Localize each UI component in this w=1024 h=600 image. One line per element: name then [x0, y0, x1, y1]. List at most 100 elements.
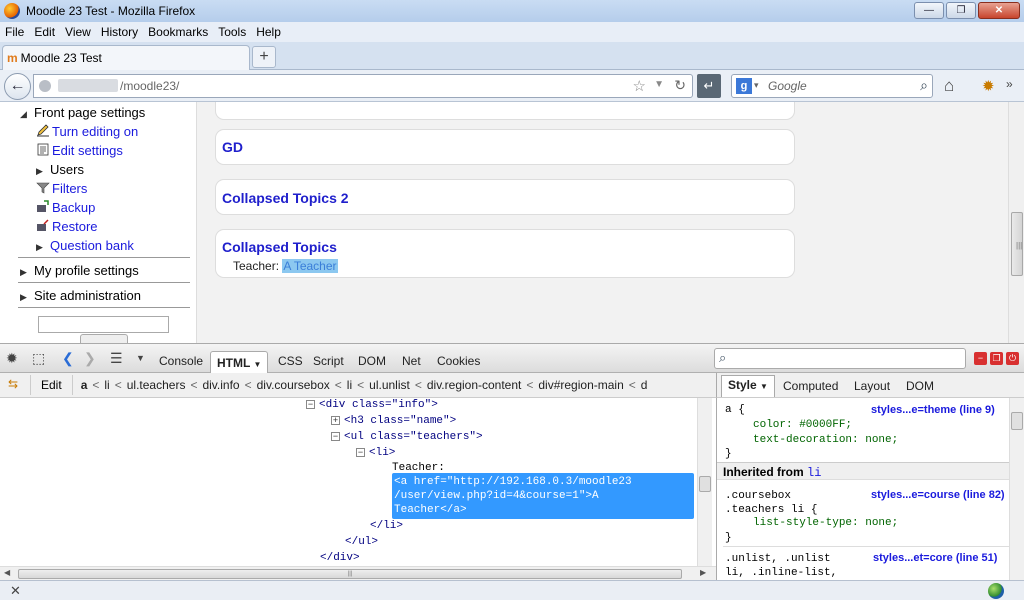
new-tab-button[interactable]: +: [252, 46, 276, 68]
sidebar-item-question-bank[interactable]: ▶ Question bank: [36, 238, 134, 253]
tab-script[interactable]: Script: [307, 350, 350, 372]
expand-toggle-icon[interactable]: +: [331, 416, 340, 425]
tab-layout[interactable]: Layout: [848, 377, 896, 395]
sidebar-item-filters[interactable]: Filters: [36, 181, 87, 196]
inherited-from-link[interactable]: li: [807, 466, 821, 480]
firebug-close-button[interactable]: ⏻: [1006, 352, 1019, 365]
firebug-menu-icon[interactable]: ✹: [6, 350, 18, 367]
browser-tab[interactable]: m Moodle 23 Test: [2, 45, 250, 70]
crumb[interactable]: div.coursebox: [257, 378, 330, 392]
sidebar-item-turn-editing-on[interactable]: Turn editing on: [36, 124, 138, 139]
download-icon[interactable]: ↵: [697, 74, 721, 98]
html-scrollbar[interactable]: [697, 398, 712, 566]
menu-history[interactable]: History: [96, 25, 143, 39]
tab-html[interactable]: HTML ▼: [210, 351, 269, 373]
list-menu-icon[interactable]: ☰: [110, 350, 123, 367]
search-icon[interactable]: ⌕: [920, 77, 928, 94]
minimize-button[interactable]: —: [914, 2, 944, 19]
site-identity-icon[interactable]: [39, 80, 51, 92]
html-line[interactable]: </li>: [370, 520, 403, 532]
style-scroll-thumb[interactable]: [1011, 412, 1023, 430]
style-scrollbar[interactable]: [1009, 398, 1024, 580]
html-line[interactable]: + <h3 class="name">: [331, 415, 456, 427]
inspect-element-icon[interactable]: ⬚: [32, 350, 45, 367]
page-scroll-thumb[interactable]: |||: [1011, 212, 1023, 276]
css-selector[interactable]: .unlist, .unlist li, .inline-list,: [725, 552, 837, 580]
html-scroll-thumb[interactable]: [699, 476, 711, 492]
tab-css[interactable]: CSS: [272, 350, 309, 372]
tab-console[interactable]: Console: [153, 350, 209, 372]
addon-globe-icon[interactable]: [988, 583, 1004, 599]
firebug-detach-button[interactable]: ❐: [990, 352, 1003, 365]
css-property[interactable]: list-style-type: none;: [753, 517, 898, 529]
crumb[interactable]: ul.unlist: [369, 378, 410, 392]
html-line[interactable]: − <div class="info">: [306, 399, 438, 411]
home-icon[interactable]: ⌂: [944, 76, 954, 96]
html-line[interactable]: − <ul class="teachers">: [331, 431, 483, 443]
html-line[interactable]: − <li>: [356, 447, 395, 459]
sidebar-item-users[interactable]: ▶ Users: [36, 162, 84, 177]
chevron-right-icon[interactable]: »: [1006, 77, 1013, 91]
css-property[interactable]: text-decoration: none;: [753, 434, 898, 446]
search-bar[interactable]: g ▾ Google ⌕: [731, 74, 933, 98]
css-source-link[interactable]: styles...e=course (line 82): [871, 489, 1005, 501]
close-window-button[interactable]: ✕: [978, 2, 1020, 19]
sidebar-search-button[interactable]: [80, 334, 128, 343]
course-name-link[interactable]: Collapsed Topics: [222, 239, 337, 255]
history-dropdown-icon[interactable]: ▼: [654, 79, 664, 90]
selected-html-node[interactable]: <a href="http://192.168.0.3/moodle23 /us…: [392, 473, 694, 519]
collapse-toggle-icon[interactable]: −: [356, 448, 365, 457]
engine-dropdown-icon[interactable]: ▾: [754, 80, 759, 91]
inspect-icon[interactable]: ⇆: [8, 377, 24, 393]
html-line[interactable]: </div>: [320, 552, 360, 564]
forward-arrow-icon[interactable]: ❯: [84, 350, 96, 367]
crumb[interactable]: div#region-main: [538, 378, 623, 392]
tab-computed[interactable]: Computed: [777, 377, 844, 395]
crumb[interactable]: li: [347, 378, 352, 392]
crumb[interactable]: d: [641, 378, 648, 392]
course-name-link[interactable]: GD: [222, 139, 243, 155]
back-button[interactable]: ←: [4, 73, 31, 100]
sidebar-item-backup[interactable]: Backup: [36, 200, 95, 215]
menu-tools[interactable]: Tools: [213, 25, 251, 39]
collapse-toggle-icon[interactable]: −: [306, 400, 315, 409]
sidebar-item-edit-settings[interactable]: Edit settings: [36, 143, 123, 158]
crumb[interactable]: div.info: [202, 378, 239, 392]
teacher-link[interactable]: A Teacher: [282, 259, 338, 273]
edit-button[interactable]: Edit: [30, 375, 73, 395]
firebug-minimize-button[interactable]: −: [974, 352, 987, 365]
front-page-settings-node[interactable]: ◢ Front page settings: [20, 105, 145, 120]
course-name-link[interactable]: Collapsed Topics 2: [222, 190, 349, 206]
css-source-link[interactable]: styles...e=theme (line 9): [871, 404, 995, 416]
google-engine-icon[interactable]: g: [736, 78, 752, 94]
close-addon-bar-icon[interactable]: ✕: [10, 583, 21, 599]
css-selector[interactable]: .coursebox .teachers li {: [725, 489, 817, 517]
reload-icon[interactable]: ↻: [674, 77, 686, 94]
html-line[interactable]: </ul>: [345, 536, 378, 548]
tab-dom-side[interactable]: DOM: [900, 377, 940, 395]
page-scrollbar[interactable]: |||: [1008, 102, 1024, 343]
scroll-right-icon[interactable]: ▶: [700, 568, 706, 577]
panel-dropdown-icon[interactable]: ▼: [136, 353, 145, 363]
menu-view[interactable]: View: [60, 25, 96, 39]
firebug-icon[interactable]: ✹: [982, 77, 995, 95]
menu-file[interactable]: File: [0, 25, 29, 39]
html-hscroll-thumb[interactable]: |||: [18, 569, 682, 579]
tab-dom[interactable]: DOM: [352, 350, 392, 372]
tab-cookies[interactable]: Cookies: [431, 350, 486, 372]
bookmark-star-icon[interactable]: ☆: [633, 77, 646, 95]
maximize-button[interactable]: ❐: [946, 2, 976, 19]
url-bar[interactable]: /moodle23/ ☆ ▼ ↻: [33, 74, 693, 98]
css-property[interactable]: color: #0000FF;: [753, 419, 852, 431]
tab-style[interactable]: Style ▼: [721, 375, 775, 397]
tab-net[interactable]: Net: [396, 350, 427, 372]
crumb[interactable]: a: [81, 378, 88, 392]
site-administration-node[interactable]: ▶ Site administration: [20, 288, 141, 303]
css-selector[interactable]: a {: [725, 404, 745, 416]
back-arrow-icon[interactable]: ❮: [62, 350, 74, 367]
my-profile-settings-node[interactable]: ▶ My profile settings: [20, 263, 139, 278]
crumb[interactable]: ul.teachers: [127, 378, 186, 392]
scroll-left-icon[interactable]: ◀: [4, 568, 10, 577]
sidebar-item-restore[interactable]: Restore: [36, 219, 98, 234]
html-horizontal-scrollbar[interactable]: ◀ ||| ▶: [0, 566, 716, 580]
